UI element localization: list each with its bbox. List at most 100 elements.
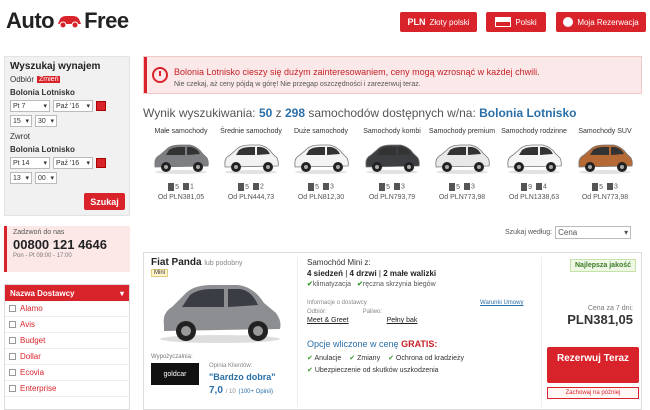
book-now-button[interactable]: Rezerwuj Teraz: [547, 347, 639, 383]
check-circle-icon: ✔: [307, 367, 313, 374]
category-card[interactable]: Samochody SUV 5 3 Od PLN773,98: [570, 128, 640, 214]
luggage-icon: [183, 183, 189, 190]
return-minute-select[interactable]: 00 ▾: [35, 172, 57, 184]
category-card[interactable]: Duże samochody 5 3 Od PLN812,30: [286, 128, 356, 214]
category-price: Od PLN1338,63: [508, 194, 560, 201]
supplier-item[interactable]: Alamo: [5, 301, 129, 317]
checkbox[interactable]: [9, 337, 16, 344]
currency-code: PLN: [407, 17, 426, 27]
category-capacity: 53: [357, 183, 427, 191]
calendar-icon[interactable]: [96, 101, 106, 111]
phone-number[interactable]: 00800 121 4646: [13, 237, 124, 252]
car-thumbnail: [507, 144, 562, 174]
seat-icon: [592, 183, 599, 191]
category-card[interactable]: Samochody premium 5 3 Od PLN773,98: [427, 128, 497, 214]
category-card[interactable]: Małe samochody 5 1 Od PLN381,05: [146, 128, 216, 214]
logo[interactable]: Auto Free: [6, 8, 129, 34]
category-card[interactable]: Średnie samochody 5 2 Od PLN444,73: [216, 128, 286, 214]
category-label: Średnie samochody: [220, 128, 282, 135]
car-thumbnail: [435, 144, 490, 174]
category-card[interactable]: Samochody kombi 5 3 Od PLN793,79: [357, 128, 427, 214]
supplier-item[interactable]: Dollar: [5, 349, 129, 365]
supplier-info-label: Informacje o dostawcy: [307, 300, 367, 306]
check-circle-icon: ✔: [388, 355, 394, 362]
offer-card: Fiat Panda lub podobny Mini Wypożyczalni…: [143, 252, 642, 410]
pickup-fuel-labels: Odbiór: Paliwo:: [307, 309, 383, 315]
terms-link[interactable]: Warunki Umowy: [480, 300, 523, 306]
search-button[interactable]: Szukaj: [84, 193, 125, 210]
fuel-policy-link[interactable]: Pełny bak: [387, 317, 418, 324]
best-quality-badge: Najlepsza jakość: [570, 259, 637, 272]
checkbox[interactable]: [9, 353, 16, 360]
return-month-select[interactable]: Paź '16 ▾: [53, 157, 93, 169]
return-location: Bolonia Lotnisko: [10, 145, 75, 154]
score: 7,0 / 10 (100+ Opinii): [209, 385, 274, 396]
included-options-title: Opcje wliczone w cenę GRATIS:: [307, 339, 438, 349]
save-for-later-button[interactable]: Zachowaj na później: [547, 387, 639, 399]
pickup-label: Odbiór: [10, 75, 35, 84]
currency-button[interactable]: PLN Złoty polski: [400, 12, 477, 32]
included-options-row1: ✔ Anulacje ✔ Zmiany ✔ Ochrona od kradzie…: [307, 355, 464, 362]
category-label: Samochody premium: [428, 128, 496, 135]
language-button[interactable]: Polski: [486, 12, 546, 32]
contact-box: Zadzwoń do nas 00800 121 4646 Pon - Pt 0…: [4, 226, 130, 272]
currency-label: Złoty polski: [429, 17, 470, 27]
supplier-item[interactable]: Enterprise: [5, 381, 129, 397]
features: ✔klimatyzacja ✔ręczna skrzynia biegów: [307, 281, 436, 288]
specs: 4 siedzeń | 4 drzwi | 2 małe walizki: [307, 269, 437, 278]
my-reservation-button[interactable]: Moja Rezerwacja: [556, 12, 646, 32]
check-circle-icon: ✔: [349, 355, 356, 362]
results-summary: Wynik wyszukiwania: 50 z 298 samochodów …: [143, 106, 577, 120]
user-icon: [563, 17, 574, 27]
pickup-month-select[interactable]: Paź '16 ▾: [53, 100, 93, 112]
checkbox[interactable]: [9, 385, 16, 392]
supplier-item[interactable]: Ecovia: [5, 365, 129, 381]
pickup-hour-select[interactable]: 15 ▾: [10, 115, 32, 127]
sort-select[interactable]: Cena ▾: [555, 226, 632, 239]
car-thumbnail: [154, 144, 209, 174]
seat-icon: [379, 183, 386, 191]
contact-hours: Pon - Pt 09:00 - 17:00: [13, 253, 72, 259]
supplier-item[interactable]: Avis: [5, 317, 129, 333]
pickup-minute-select[interactable]: 30 ▾: [35, 115, 57, 127]
logo-text-right: Free: [84, 8, 129, 33]
price-label: Cena za 7 dni:: [587, 305, 633, 312]
calendar-icon[interactable]: [96, 158, 106, 168]
category-capacity: 51: [146, 183, 216, 191]
reservation-label: Moja Rezerwacja: [577, 17, 639, 27]
category-label: Samochody kombi: [363, 128, 421, 135]
luggage-icon: [464, 183, 470, 190]
change-button[interactable]: Zmień: [37, 76, 61, 83]
reviews-link[interactable]: (100+ Opinii): [238, 389, 273, 395]
supplier-item[interactable]: Budget: [5, 333, 129, 349]
pickup-type-link[interactable]: Meet & Greet: [307, 317, 349, 324]
pickup-fuel-values: Meet & Greet Pełny bak: [307, 317, 417, 324]
category-label: Duże samochody: [293, 128, 349, 135]
category-card[interactable]: Samochody rodzinne 9 4 Od PLN1338,63: [499, 128, 569, 214]
checkbox[interactable]: [9, 321, 16, 328]
checkbox[interactable]: [9, 305, 16, 312]
category-capacity: 53: [286, 183, 356, 191]
category-price: Od PLN444,73: [227, 194, 275, 201]
category-label: Małe samochody: [154, 128, 208, 135]
return-day-select[interactable]: Pt 14 ▾: [10, 157, 50, 169]
checkbox[interactable]: [9, 369, 16, 376]
category-price: Od PLN773,98: [438, 194, 486, 201]
supplier-filter-header[interactable]: Nazwa Dostawcy ▾: [5, 285, 129, 301]
seat-icon: [308, 183, 315, 191]
price-value: PLN381,05: [567, 312, 633, 327]
return-hour-select[interactable]: 13 ▾: [10, 172, 32, 184]
category-capacity: 53: [427, 183, 497, 191]
opinion-label: Opinia Klientów:: [209, 363, 253, 369]
chevron-down-icon: ▾: [119, 288, 124, 298]
category-capacity: 52: [216, 183, 286, 191]
supplier-filter: Nazwa Dostawcy ▾ Alamo Avis Budget Dollar…: [4, 284, 130, 410]
luggage-icon: [607, 183, 613, 190]
check-circle-icon: ✔: [307, 355, 313, 362]
pickup-day-select[interactable]: Pt 7 ▾: [10, 100, 50, 112]
category-capacity: 94: [499, 183, 569, 191]
supplier-label: Wypożyczalnia:: [151, 354, 193, 360]
category-price: Od PLN793,79: [368, 194, 416, 201]
demand-alert: Bolonia Lotnisko cieszy się dużym zainte…: [143, 56, 642, 94]
logo-text-left: Auto: [6, 8, 55, 33]
